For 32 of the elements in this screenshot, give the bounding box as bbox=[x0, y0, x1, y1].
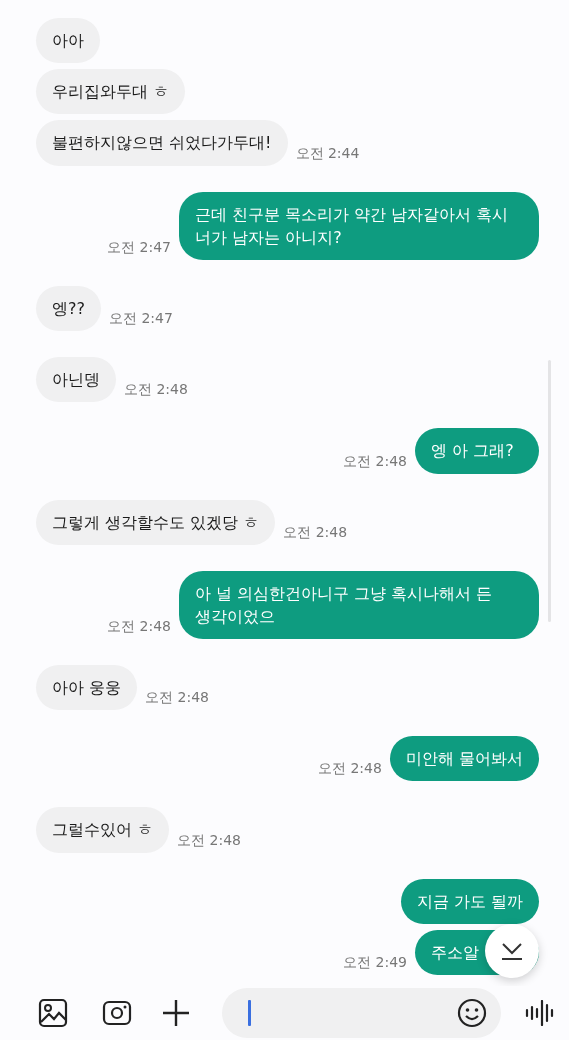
timestamp: 오전 2:47 bbox=[107, 237, 171, 257]
gallery-icon[interactable] bbox=[38, 998, 68, 1028]
timestamp: 오전 2:48 bbox=[283, 522, 348, 542]
camera-icon[interactable] bbox=[102, 999, 132, 1027]
timestamp: 오전 2:48 bbox=[145, 688, 209, 708]
message-bubble: 불편하지않으면 쉬었다가두대! bbox=[36, 120, 288, 166]
timestamp: 오전 2:47 bbox=[109, 309, 173, 329]
message-bubble: 그럴수있어 ㅎ bbox=[36, 807, 170, 853]
timestamp: 오전 2:48 bbox=[107, 617, 171, 637]
add-icon[interactable] bbox=[162, 999, 190, 1027]
timestamp: 오전 2:48 bbox=[124, 380, 188, 400]
voice-icon[interactable] bbox=[525, 1000, 555, 1026]
timestamp: 오전 2:48 bbox=[177, 830, 241, 850]
scroll-down-icon bbox=[500, 941, 524, 961]
message-bubble: 아 널 의심한건아니구 그냥 혹시나해서 든 생각이었으 bbox=[179, 570, 539, 640]
message-input-field[interactable] bbox=[222, 988, 501, 1038]
timestamp: 오전 2:49 bbox=[343, 953, 407, 972]
message-bubble: 지금 가도 될까 bbox=[400, 878, 539, 924]
message-bubble: 아닌뎅 bbox=[36, 357, 116, 403]
message-bubble: 미안해 물어봐서 bbox=[389, 736, 539, 782]
message-bubble: 아아 bbox=[36, 18, 100, 64]
timestamp: 오전 2:44 bbox=[295, 143, 360, 163]
timestamp: 오전 2:48 bbox=[343, 451, 407, 471]
scroll-down-button[interactable] bbox=[485, 924, 539, 978]
message-bubble: 엥?? bbox=[36, 285, 101, 332]
emoji-icon[interactable] bbox=[457, 998, 487, 1028]
timestamp: 오전 2:48 bbox=[318, 759, 382, 779]
message-bubble: 우리집와두대 ㅎ bbox=[36, 69, 186, 115]
message-bubble: 그렇게 생각할수도 있겠당 ㅎ bbox=[36, 499, 276, 545]
message-bubble: 근데 친구분 목소리가 약간 남자같아서 혹시 너가 남자는 아니지? bbox=[179, 191, 539, 260]
message-bubble: 엥 아 그래? bbox=[415, 428, 539, 474]
message-bubble: 아아 웅웅 bbox=[36, 665, 138, 711]
